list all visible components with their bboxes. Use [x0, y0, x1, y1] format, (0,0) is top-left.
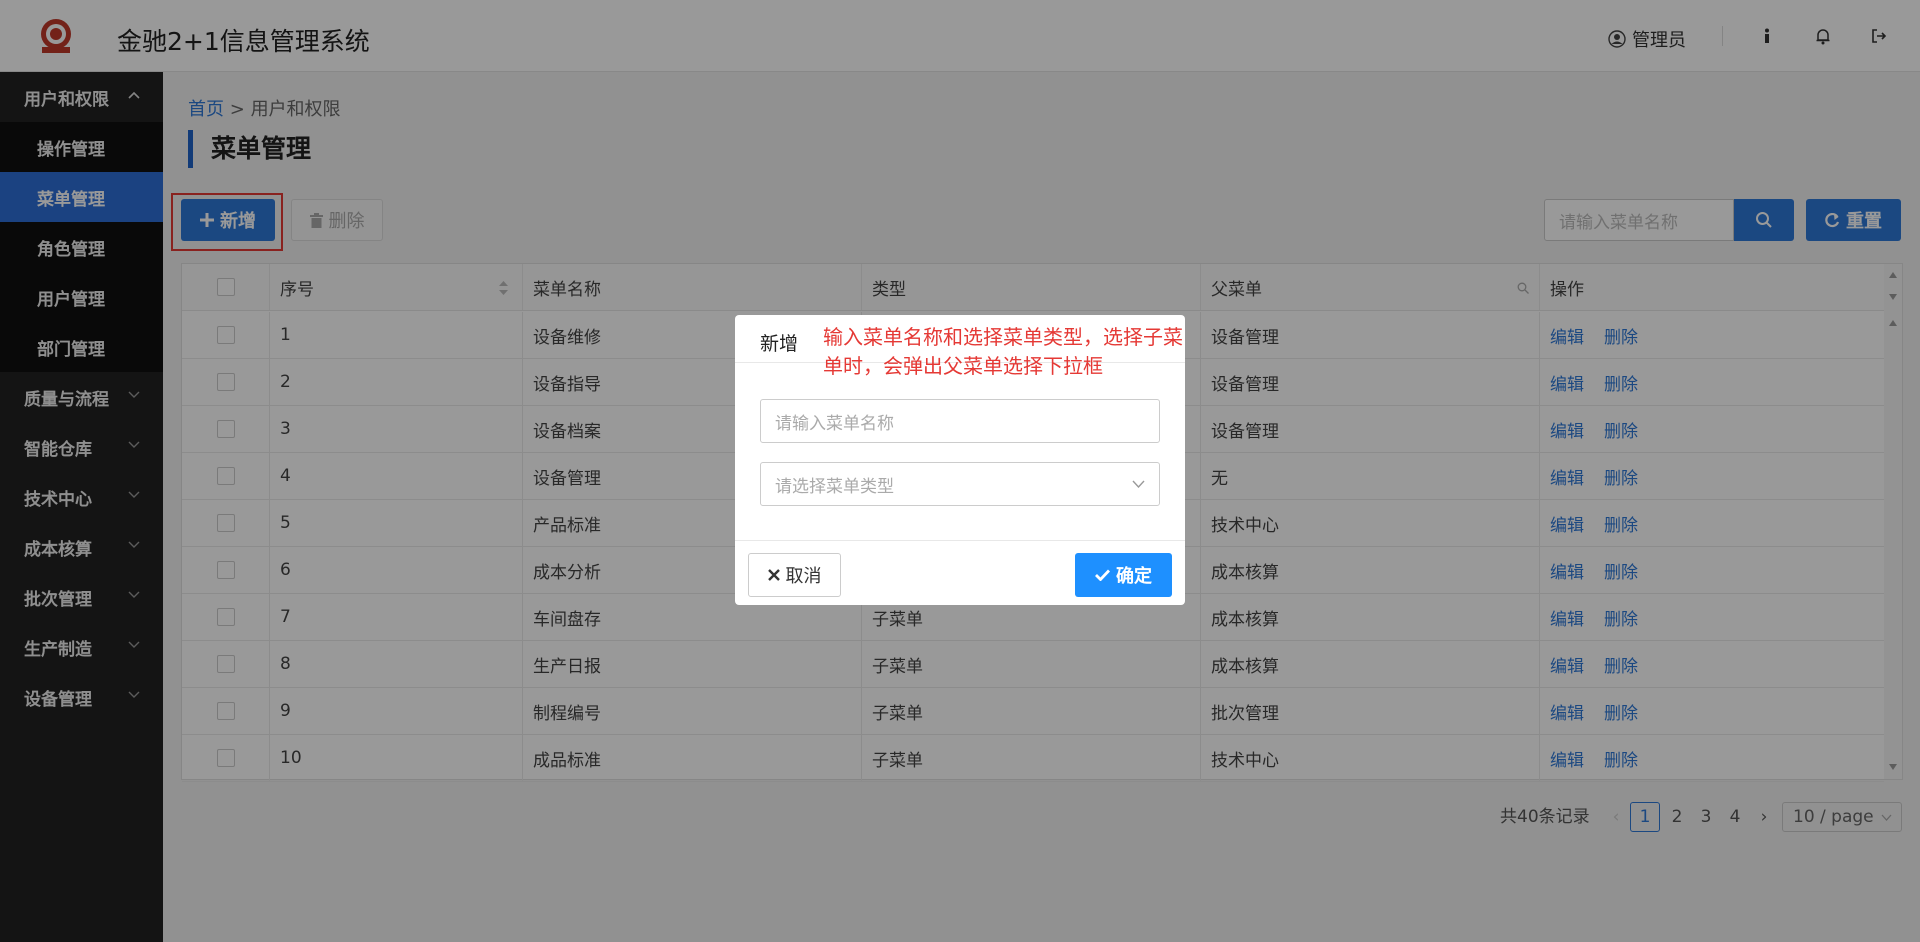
chevron-down-icon	[1132, 480, 1145, 488]
cancel-button-label: 取消	[785, 566, 822, 587]
check-icon	[1095, 569, 1110, 581]
add-menu-dialog: 新增 输入菜单名称和选择菜单类型，选择子菜单时，会弹出父菜单选择下拉框 请输入菜…	[735, 315, 1185, 605]
annotation-note: 输入菜单名称和选择菜单类型，选择子菜单时，会弹出父菜单选择下拉框	[823, 325, 1183, 378]
dialog-footer: 取消 确定	[735, 540, 1185, 605]
menu-type-select[interactable]: 请选择菜单类型	[760, 462, 1160, 506]
confirm-button-label: 确定	[1116, 566, 1152, 587]
close-icon	[767, 569, 780, 581]
dialog-header: 新增 输入菜单名称和选择菜单类型，选择子菜单时，会弹出父菜单选择下拉框	[735, 315, 1185, 378]
cancel-button[interactable]: 取消	[748, 553, 841, 597]
dialog-title: 新增	[760, 333, 799, 355]
menu-type-placeholder: 请选择菜单类型	[775, 476, 894, 497]
confirm-button[interactable]: 确定	[1075, 553, 1172, 597]
menu-name-input[interactable]: 请输入菜单名称	[760, 399, 1160, 443]
